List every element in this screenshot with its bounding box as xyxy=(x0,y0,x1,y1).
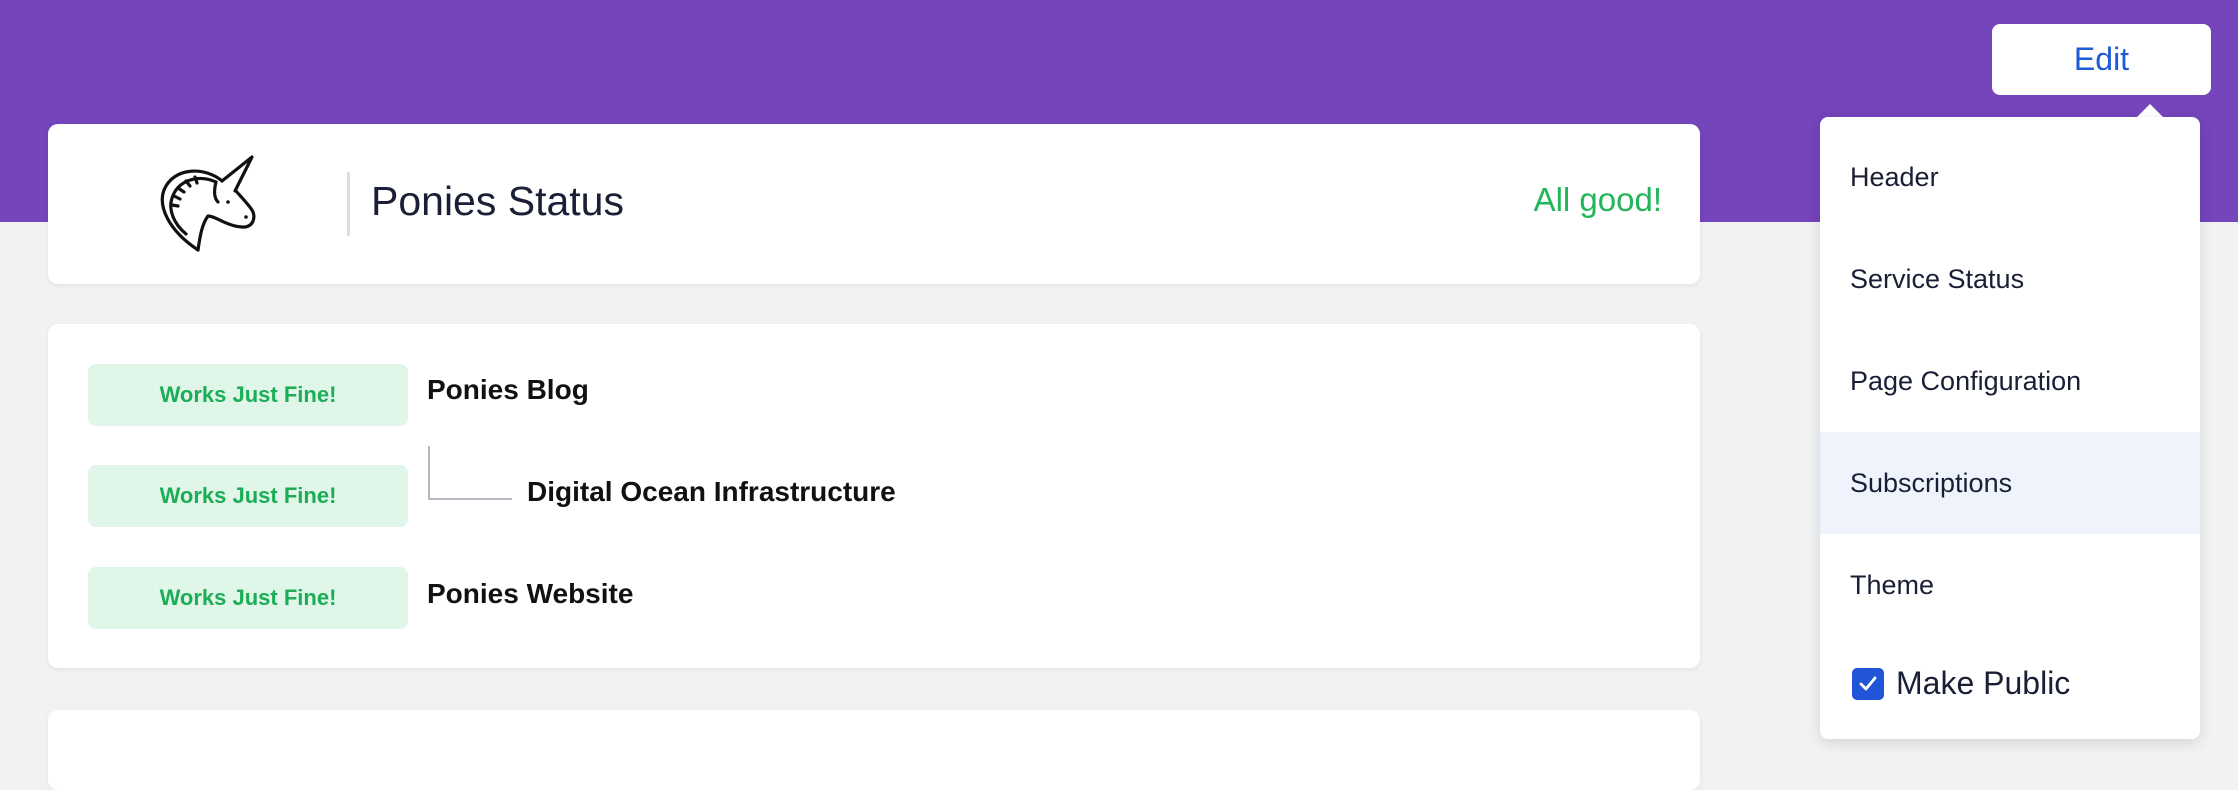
make-public-checkbox[interactable] xyxy=(1852,667,1884,700)
menu-item-page-configuration[interactable]: Page Configuration xyxy=(1820,330,2200,432)
status-badge: Works Just Fine! xyxy=(88,364,408,426)
tree-connector xyxy=(428,446,512,500)
menu-item-header[interactable]: Header xyxy=(1820,126,2200,228)
service-name: Digital Ocean Infrastructure xyxy=(527,476,896,507)
menu-item-theme[interactable]: Theme xyxy=(1820,534,2200,636)
edit-menu: Header Service Status Page Configuration… xyxy=(1820,117,2200,739)
page-title: Ponies Status xyxy=(371,178,624,224)
make-public-label: Make Public xyxy=(1896,665,2071,701)
services-card: Works Just Fine! Ponies Blog Works Just … xyxy=(48,324,1700,668)
menu-item-subscriptions[interactable]: Subscriptions xyxy=(1820,432,2200,534)
status-badge: Works Just Fine! xyxy=(88,567,408,629)
make-public-toggle[interactable]: Make Public xyxy=(1852,665,2070,702)
service-name: Ponies Website xyxy=(427,578,634,609)
edit-button[interactable]: Edit xyxy=(1992,24,2211,95)
check-icon xyxy=(1859,676,1877,690)
unicorn-icon xyxy=(160,155,256,252)
status-header-card: Ponies Status All good! xyxy=(48,124,1700,284)
header-divider xyxy=(347,172,350,236)
status-badge: Works Just Fine! xyxy=(88,465,408,527)
menu-caret xyxy=(2136,104,2164,118)
service-name: Ponies Blog xyxy=(427,374,589,405)
next-card xyxy=(48,710,1700,790)
menu-item-service-status[interactable]: Service Status xyxy=(1820,228,2200,330)
overall-status-text: All good! xyxy=(1533,181,1662,218)
